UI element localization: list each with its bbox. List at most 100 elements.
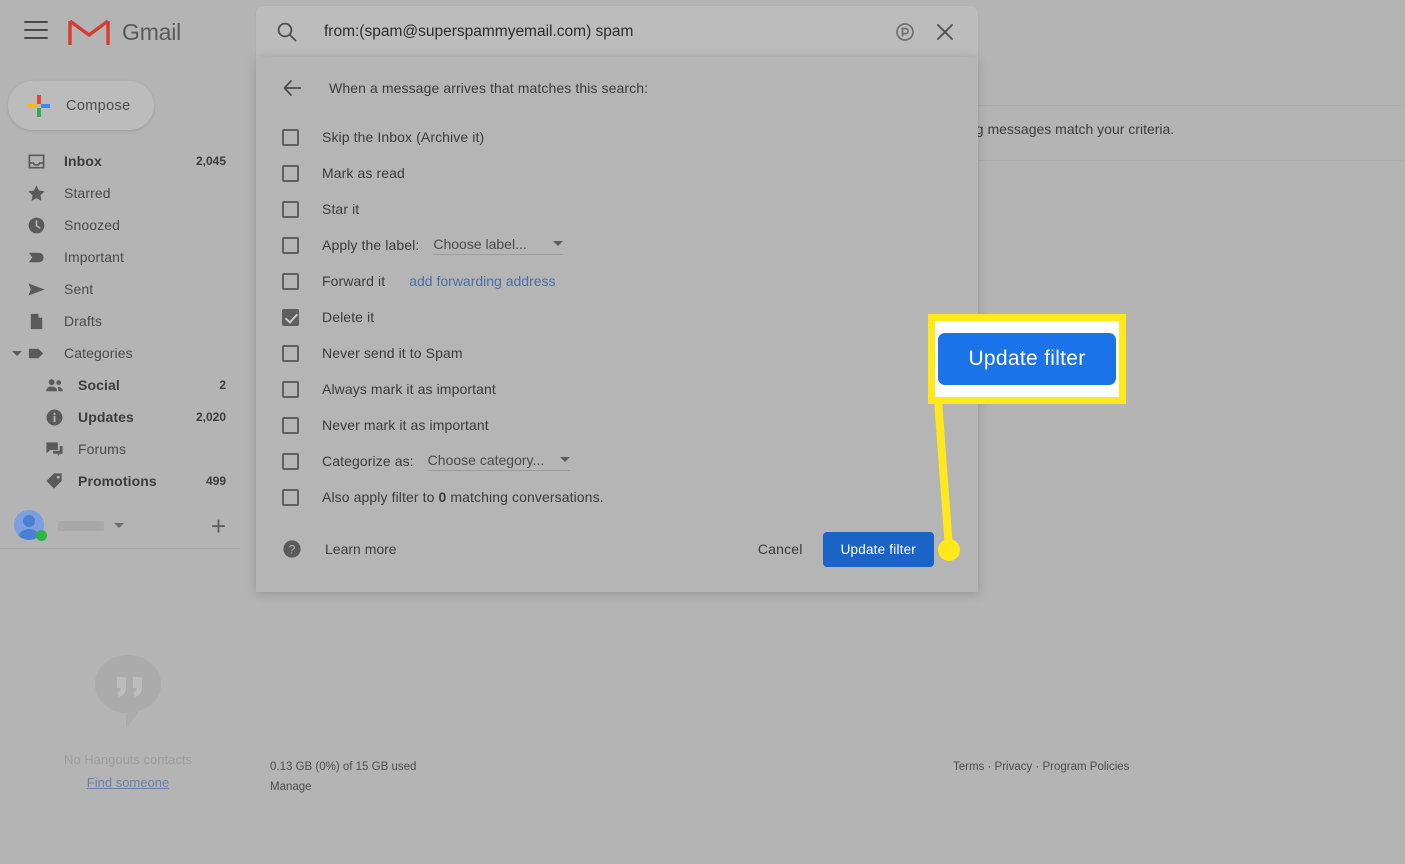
checkbox-also-apply-filter-to[interactable] bbox=[282, 488, 299, 506]
legal-separator-2: · bbox=[1032, 761, 1043, 773]
sidebar-item-count: 2,045 bbox=[195, 154, 226, 168]
select-category[interactable]: Choose category... bbox=[427, 452, 571, 471]
categories-expand-caret-icon[interactable] bbox=[12, 350, 22, 356]
forum-icon bbox=[44, 439, 64, 459]
callout-highlight-box: Update filter bbox=[928, 314, 1126, 404]
checkbox-never-mark-it-as-important[interactable] bbox=[282, 416, 299, 434]
legal-separator-1: · bbox=[984, 761, 995, 773]
people-icon bbox=[44, 375, 64, 395]
close-icon[interactable] bbox=[934, 21, 956, 43]
search-bar: from:(spam@superspammyemail.com) spam bbox=[256, 6, 978, 57]
sidebar-item-important[interactable]: Important bbox=[0, 241, 240, 273]
filter-option-label: Never mark it as important bbox=[322, 417, 489, 433]
checkbox-delete-it[interactable] bbox=[282, 308, 299, 326]
matching-count: 0 bbox=[438, 489, 447, 505]
draft-icon bbox=[26, 311, 46, 331]
gmail-m-logo-icon bbox=[68, 19, 110, 45]
filter-option-label: Mark as read bbox=[322, 165, 405, 181]
sidebar-item-starred[interactable]: Starred bbox=[0, 177, 240, 209]
clock-icon bbox=[26, 215, 46, 235]
search-input[interactable]: from:(spam@superspammyemail.com) spam bbox=[324, 23, 894, 41]
sidebar-item-label: Starred bbox=[64, 185, 111, 201]
hangouts-user-name-redacted bbox=[58, 520, 104, 531]
filter-option-row: Forward it add forwarding address bbox=[256, 263, 978, 299]
checkbox-categorize-as[interactable] bbox=[282, 452, 299, 470]
dialog-heading: When a message arrives that matches this… bbox=[329, 80, 649, 96]
sidebar: Compose Inbox 2,045 Starred Snoozed Importan… bbox=[0, 63, 256, 864]
terms-link[interactable]: Terms bbox=[953, 761, 984, 773]
cancel-button[interactable]: Cancel bbox=[758, 541, 803, 557]
manage-storage-link[interactable]: Manage bbox=[270, 781, 312, 793]
chevron-down-icon bbox=[553, 241, 564, 246]
filter-option-row: Star it bbox=[256, 191, 978, 227]
chevron-down-icon bbox=[560, 457, 571, 462]
checkbox-never-send-it-to-spam[interactable] bbox=[282, 344, 299, 362]
checkbox-mark-as-read[interactable] bbox=[282, 164, 299, 182]
sidebar-item-forums[interactable]: Forums bbox=[0, 433, 240, 465]
sidebar-item-label: Forums bbox=[78, 441, 127, 457]
filter-option-label: Never send it to Spam bbox=[322, 345, 463, 361]
footer: 0.13 GB (0%) of 15 GB used Manage Terms … bbox=[256, 755, 1405, 815]
filter-option-label: Forward it bbox=[322, 273, 386, 289]
filter-option-row: Skip the Inbox (Archive it) bbox=[256, 119, 978, 155]
sidebar-item-label: Drafts bbox=[64, 313, 102, 329]
sidebar-item-categories[interactable]: Categories bbox=[0, 337, 240, 369]
add-forwarding-address-link[interactable]: add forwarding address bbox=[409, 273, 555, 289]
sidebar-item-label: Promotions bbox=[78, 473, 157, 489]
sidebar-item-updates[interactable]: Updates 2,020 bbox=[0, 401, 240, 433]
filter-option-label: Skip the Inbox (Archive it) bbox=[322, 129, 485, 145]
privacy-link[interactable]: Privacy bbox=[995, 761, 1033, 773]
checkbox-apply-the-label[interactable] bbox=[282, 236, 299, 254]
star-icon bbox=[26, 183, 46, 203]
hangouts-empty-text: No Hangouts contacts bbox=[64, 752, 192, 767]
filter-option-row: Apply the label: Choose label... bbox=[256, 227, 978, 263]
help-circle-icon[interactable]: ? bbox=[282, 539, 302, 559]
sidebar-item-drafts[interactable]: Drafts bbox=[0, 305, 240, 337]
chevron-down-icon[interactable] bbox=[114, 523, 124, 528]
select-value: Choose label... bbox=[433, 235, 527, 252]
select-label[interactable]: Choose label... bbox=[433, 235, 564, 255]
compose-label: Compose bbox=[66, 97, 131, 114]
sidebar-item-label: Sent bbox=[64, 281, 94, 297]
hangouts-bubble-icon bbox=[95, 655, 161, 729]
search-options-icon[interactable] bbox=[894, 21, 916, 43]
sidebar-item-social[interactable]: Social 2 bbox=[0, 369, 240, 401]
sidebar-item-snoozed[interactable]: Snoozed bbox=[0, 209, 240, 241]
filter-option-row: Categorize as: Choose category... bbox=[256, 443, 978, 479]
avatar[interactable] bbox=[14, 509, 47, 542]
hangouts-add-icon[interactable]: + bbox=[211, 513, 226, 539]
update-filter-button[interactable]: Update filter bbox=[822, 531, 934, 567]
plus-icon bbox=[28, 94, 50, 117]
filter-option-row: Never mark it as important bbox=[256, 407, 978, 443]
sidebar-item-count: 2 bbox=[219, 378, 226, 392]
program-policies-link[interactable]: Program Policies bbox=[1042, 761, 1129, 773]
checkbox-skip-the-inbox-archive-it[interactable] bbox=[282, 128, 299, 146]
filter-option-row: Mark as read bbox=[256, 155, 978, 191]
option-text-tail: matching conversations. bbox=[450, 489, 604, 505]
sidebar-nav-list: Inbox 2,045 Starred Snoozed Important Sent Dra… bbox=[0, 145, 240, 497]
sidebar-item-label: Categories bbox=[64, 345, 133, 361]
sidebar-item-inbox[interactable]: Inbox 2,045 bbox=[0, 145, 240, 177]
sidebar-item-promotions[interactable]: Promotions 499 bbox=[0, 465, 240, 497]
sidebar-item-label: Snoozed bbox=[64, 217, 120, 233]
criteria-message: ting messages match your criteria. bbox=[961, 121, 1175, 137]
checkbox-forward-it[interactable] bbox=[282, 272, 299, 290]
search-icon[interactable] bbox=[276, 21, 298, 43]
filter-option-label: Categorize as: bbox=[322, 453, 414, 469]
learn-more-link[interactable]: Learn more bbox=[325, 541, 397, 557]
option-text-lead: Also apply filter to bbox=[322, 489, 435, 505]
important-icon bbox=[26, 247, 46, 267]
label-icon bbox=[26, 343, 46, 363]
sidebar-item-sent[interactable]: Sent bbox=[0, 273, 240, 305]
online-status-dot bbox=[36, 529, 47, 541]
sidebar-item-count: 499 bbox=[205, 474, 226, 488]
dialog-footer: ? Learn more Cancel Update filter bbox=[256, 506, 978, 592]
checkbox-star-it[interactable] bbox=[282, 200, 299, 218]
hamburger-menu-icon[interactable] bbox=[24, 21, 48, 41]
checkbox-always-mark-it-as-important[interactable] bbox=[282, 380, 299, 398]
find-someone-link[interactable]: Find someone bbox=[87, 775, 169, 790]
gmail-logo[interactable]: Gmail bbox=[68, 16, 181, 48]
compose-button[interactable]: Compose bbox=[8, 81, 154, 130]
gmail-app-window: Gmail Compose Inbox 2,045 Starred Snoozed Im… bbox=[0, 0, 1405, 864]
back-arrow-icon[interactable] bbox=[282, 77, 304, 99]
